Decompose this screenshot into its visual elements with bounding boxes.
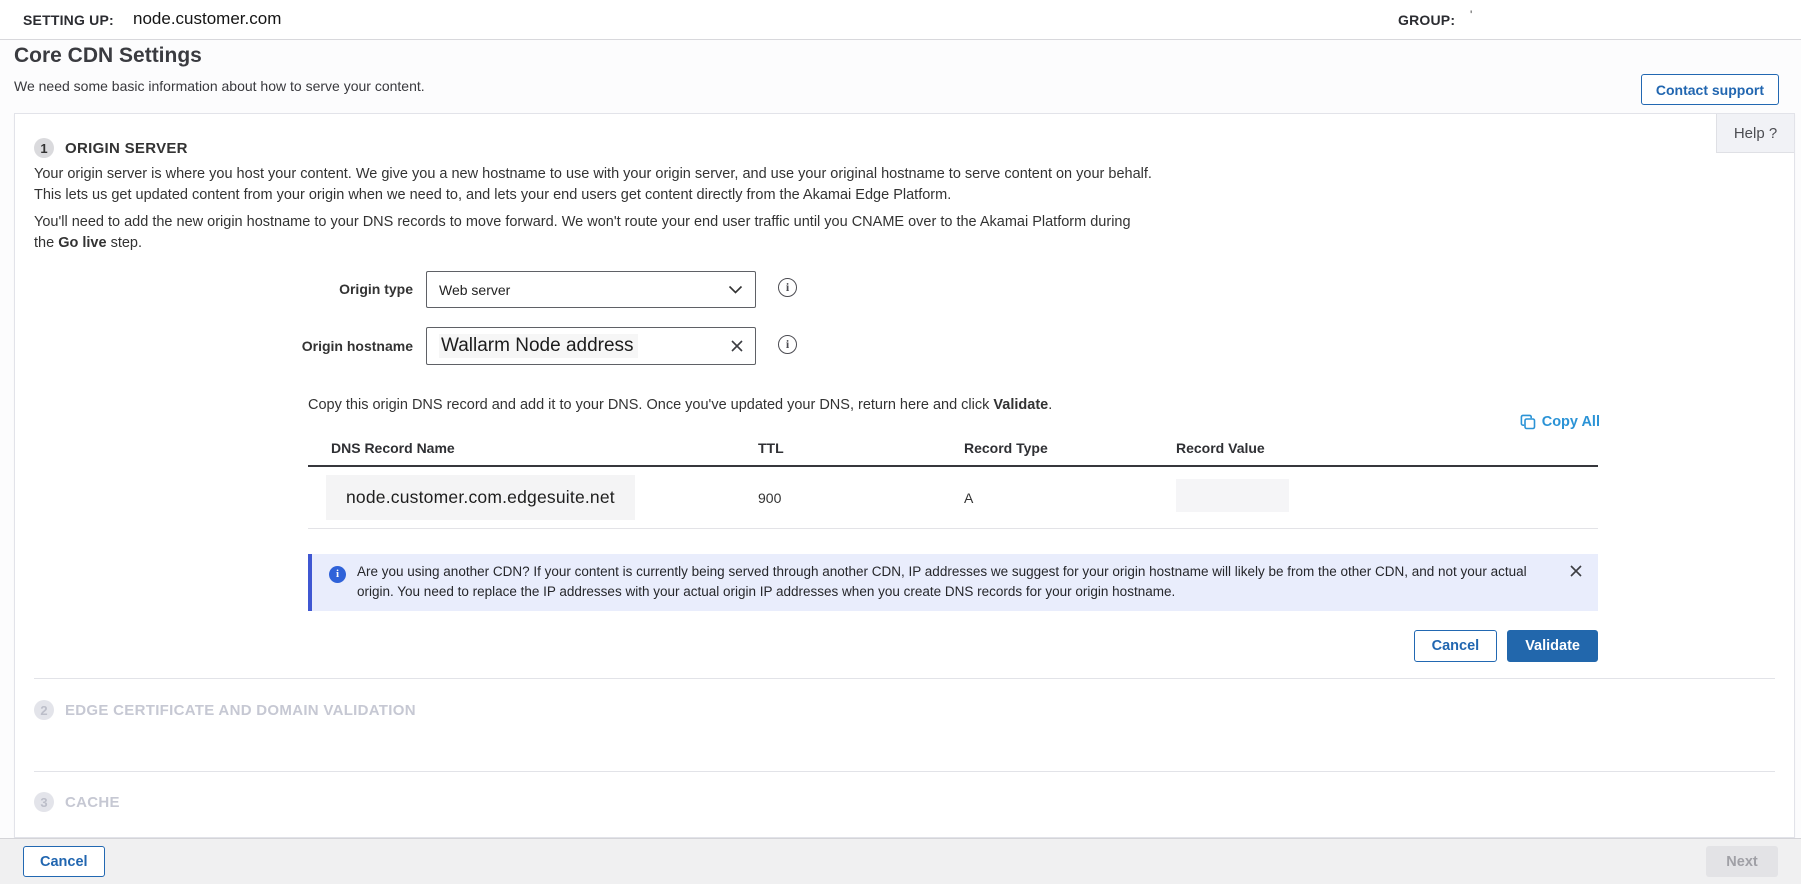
step-1-actions: Cancel Validate (308, 630, 1598, 662)
dns-records-table: DNS Record Name TTL Record Type Record V… (308, 440, 1598, 529)
copy-instruction-text: Copy this origin DNS record and add it t… (308, 397, 993, 413)
origin-hostname-info-icon[interactable] (778, 335, 797, 354)
validate-button[interactable]: Validate (1507, 630, 1598, 662)
go-live-bold-text: Go live (58, 235, 106, 251)
origin-type-info-icon[interactable] (778, 278, 797, 297)
info-banner-text: Are you using another CDN? If your conte… (357, 562, 1554, 603)
setting-up-label: SETTING UP: (23, 12, 114, 28)
page-title: Core CDN Settings (14, 44, 202, 68)
cancel-button[interactable]: Cancel (1414, 630, 1498, 662)
step-3-number-badge: 3 (34, 792, 54, 812)
footer-bar: Cancel Next (0, 838, 1801, 884)
step-1-header: 1 ORIGIN SERVER (34, 138, 188, 158)
copy-instruction-tail: . (1048, 397, 1052, 413)
copy-icon (1520, 414, 1536, 430)
origin-type-select[interactable]: Web server (426, 271, 756, 308)
dns-record-name-value: node.customer.com.edgesuite.net (326, 475, 635, 520)
table-row: node.customer.com.edgesuite.net 900 A (308, 467, 1598, 529)
info-icon: i (329, 566, 346, 583)
step-1-title: ORIGIN SERVER (65, 140, 188, 157)
origin-type-label: Origin type (15, 281, 413, 297)
section-divider (34, 678, 1775, 679)
clear-input-icon[interactable] (731, 340, 743, 352)
column-header-dns-record-name: DNS Record Name (308, 440, 758, 456)
setup-card: Help ? 1 ORIGIN SERVER Your origin serve… (14, 113, 1795, 838)
origin-server-description-2: You'll need to add the new origin hostna… (34, 212, 1152, 253)
chevron-down-icon (728, 285, 743, 294)
origin-hostname-value: Wallarm Node address (439, 334, 638, 358)
copy-dns-instruction: Copy this origin DNS record and add it t… (308, 397, 1052, 413)
column-header-record-value: Record Value (1176, 440, 1598, 456)
step-2-header: 2 EDGE CERTIFICATE AND DOMAIN VALIDATION (34, 700, 416, 720)
record-value-redacted-box (1176, 479, 1289, 512)
other-cdn-info-banner: i Are you using another CDN? If your con… (308, 554, 1598, 611)
step-2-number-badge: 2 (34, 700, 54, 720)
footer-cancel-button[interactable]: Cancel (23, 846, 105, 877)
ttl-value: 900 (758, 490, 964, 506)
step-3-header: 3 CACHE (34, 792, 120, 812)
copy-all-link[interactable]: Copy All (1520, 414, 1600, 430)
step-2-title: EDGE CERTIFICATE AND DOMAIN VALIDATION (65, 702, 416, 719)
step-1-number-badge: 1 (34, 138, 54, 158)
section-divider (34, 771, 1775, 772)
column-header-record-type: Record Type (964, 440, 1176, 456)
banner-close-icon[interactable] (1570, 565, 1582, 577)
origin-server-description-1: Your origin server is where you host you… (34, 164, 1152, 205)
validate-bold-text: Validate (993, 397, 1048, 413)
contact-support-button[interactable]: Contact support (1641, 74, 1779, 105)
description-2-text: You'll need to add the new origin hostna… (34, 214, 1131, 251)
page-subtitle: We need some basic information about how… (14, 78, 425, 94)
origin-hostname-label: Origin hostname (15, 338, 413, 354)
step-3-title: CACHE (65, 794, 120, 811)
column-header-ttl: TTL (758, 440, 964, 456)
group-label: GROUP: (1398, 12, 1455, 28)
origin-type-selected-value: Web server (439, 282, 510, 298)
group-value: ' (1470, 8, 1472, 22)
record-type-value: A (964, 490, 1176, 506)
origin-hostname-input[interactable]: Wallarm Node address (426, 327, 756, 365)
help-tab[interactable]: Help ? (1716, 114, 1794, 153)
setting-up-hostname: node.customer.com (133, 9, 281, 29)
description-2-tail: step. (107, 235, 142, 251)
top-bar: SETTING UP: node.customer.com GROUP: ' (0, 0, 1801, 40)
copy-all-label: Copy All (1542, 414, 1600, 430)
table-header-row: DNS Record Name TTL Record Type Record V… (308, 440, 1598, 467)
footer-next-button[interactable]: Next (1706, 846, 1778, 877)
